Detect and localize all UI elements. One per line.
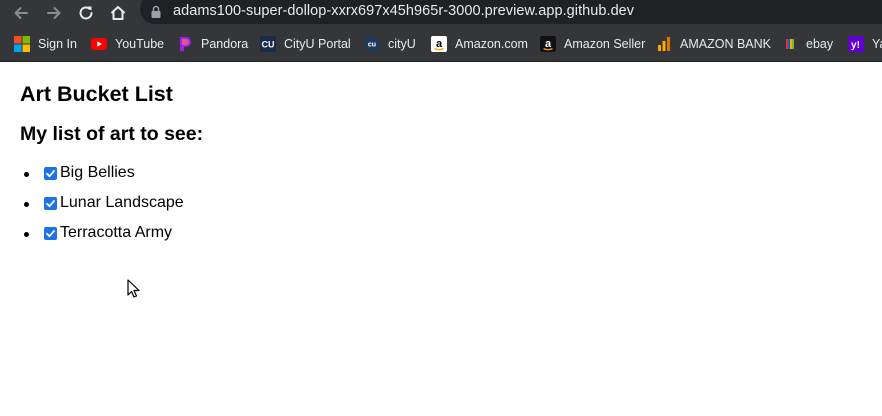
home-button[interactable] [105,0,131,26]
cityu-portal-icon: CU [260,36,276,52]
reload-button[interactable] [73,0,99,26]
bullet [24,172,29,177]
forward-button[interactable] [41,0,67,26]
analytics-icon [656,36,672,52]
svg-text:CU: CU [262,40,275,50]
bookmark-label: Sign In [38,37,77,51]
bookmark-yahoo[interactable]: y! Ya [848,26,882,62]
pandora-icon [177,36,193,52]
mouse-cursor-icon [127,279,140,298]
bookmark-label: CityU Portal [284,37,351,51]
item-checkbox[interactable] [44,197,57,210]
item-checkbox[interactable] [44,167,57,180]
arrow-right-icon [47,7,61,19]
bookmark-label: Ya [872,37,882,51]
bookmark-cityu-portal[interactable]: CU CityU Portal [260,26,351,62]
bookmark-amazon-com[interactable]: a Amazon.com [431,26,528,62]
bookmark-label: Pandora [201,37,249,51]
item-label: Lunar Landscape [60,194,184,211]
checkmark-icon [46,230,55,238]
item-checkbox[interactable] [44,227,57,240]
reload-icon [79,6,93,20]
svg-text:a: a [545,38,552,50]
ebay-icon [782,36,798,52]
bookmark-label: cityU [388,37,416,51]
svg-text:cu: cu [368,42,376,49]
lock-icon [151,5,161,18]
amazon-icon: a [540,36,556,52]
bookmark-label: AMAZON BANK [680,37,771,51]
bookmark-amazon-seller[interactable]: a Amazon Seller [540,26,645,62]
browser-toolbar: adams100-super-dollop-xxrx697x45h965r-30… [0,0,882,26]
bookmark-label: Amazon.com [455,37,528,51]
url-text[interactable]: adams100-super-dollop-xxrx697x45h965r-30… [173,3,634,19]
bookmark-youtube[interactable]: YouTube [91,26,164,62]
bookmark-pandora[interactable]: Pandora [177,26,248,62]
bookmark-label: Amazon Seller [564,37,646,51]
bullet [24,232,29,237]
bookmark-label: ebay [806,37,834,51]
arrow-left-icon [14,7,28,19]
svg-text:a: a [436,38,443,50]
youtube-icon [91,36,107,52]
amazon-icon: a [431,36,447,52]
bookmark-sign-in[interactable]: Sign In [14,26,77,62]
checkmark-icon [46,200,55,208]
home-icon [110,6,126,20]
bullet [24,202,29,207]
svg-text:y!: y! [851,40,860,51]
page-title: Art Bucket List [20,82,173,106]
bookmark-ebay[interactable]: ebay [782,26,833,62]
cityu-icon: cu [364,36,380,52]
microsoft-icon [14,36,30,52]
bookmark-amazon-bank[interactable]: AMAZON BANK [656,26,771,62]
yahoo-icon: y! [848,36,864,52]
bookmark-cityu[interactable]: cu cityU [364,26,416,62]
back-button[interactable] [8,0,34,26]
bookmarks-bar: Sign In YouTube Pandora CU CityU Portal … [0,26,882,62]
checkmark-icon [46,170,55,178]
bookmark-label: YouTube [115,37,165,51]
page-subtitle: My list of art to see: [20,123,204,145]
item-label: Big Bellies [60,164,135,181]
page-content: Art Bucket List My list of art to see: B… [0,62,882,416]
item-label: Terracotta Army [60,224,173,241]
